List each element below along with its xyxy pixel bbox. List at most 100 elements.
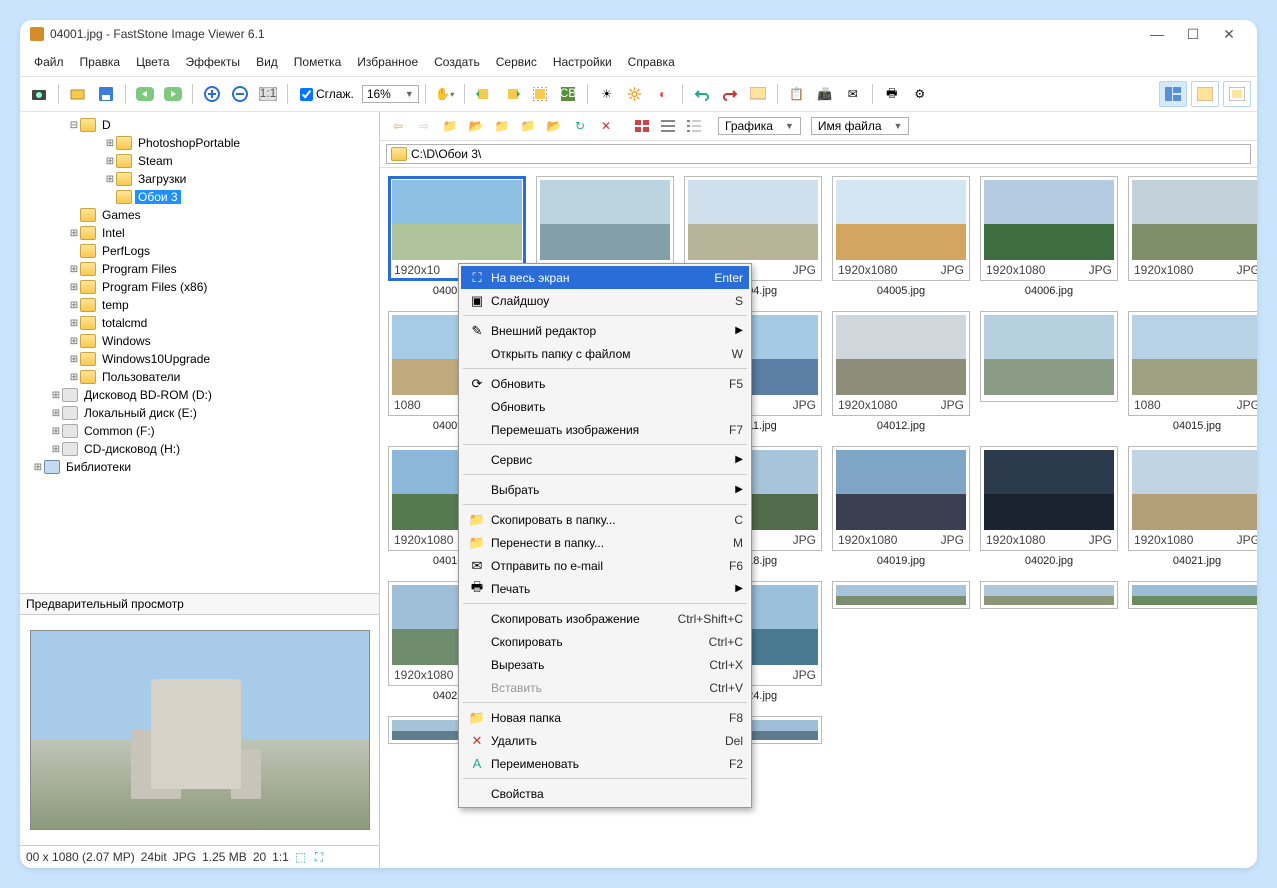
menu-Справка[interactable]: Справка	[620, 52, 683, 72]
smooth-checkbox[interactable]: Сглаж.	[300, 87, 354, 101]
open-icon[interactable]	[65, 81, 91, 107]
tree-item[interactable]: Games	[22, 206, 377, 224]
expand-icon[interactable]: ⊞	[104, 174, 116, 185]
mail-icon[interactable]: ✉	[840, 81, 866, 107]
view-large-icon[interactable]	[630, 115, 654, 137]
zoom-actual-icon[interactable]: 1:1	[255, 81, 281, 107]
ctx-Скопировать[interactable]: СкопироватьCtrl+C	[461, 630, 749, 653]
thumb-item[interactable]: 1920x1080JPG04006.jpg	[980, 176, 1118, 301]
nav-back-icon[interactable]: ⇦	[386, 115, 410, 137]
tree-item[interactable]: ⊞Локальный диск (E:)	[22, 404, 377, 422]
effect1-icon[interactable]: ☀	[594, 81, 620, 107]
ctx-Удалить[interactable]: ✕УдалитьDel	[461, 729, 749, 752]
fav-icon[interactable]: 📂	[464, 115, 488, 137]
ctx-Обновить[interactable]: Обновить	[461, 395, 749, 418]
thumb-item[interactable]: 1920x1080JPG04005.jpg	[832, 176, 970, 301]
ctx-Открыть папку с файлом[interactable]: Открыть папку с файломW	[461, 342, 749, 365]
ctx-Свойства[interactable]: Свойства	[461, 782, 749, 805]
expand-icon[interactable]: ⊞	[68, 264, 80, 275]
tree-item[interactable]: Обои 3	[22, 188, 377, 206]
folder2-icon[interactable]: 📁	[516, 115, 540, 137]
tree-item[interactable]: ⊞PhotoshopPortable	[22, 134, 377, 152]
expand-icon[interactable]: ⊞	[104, 138, 116, 149]
thumb-item[interactable]: 1920x1080JPG04012.jpg	[832, 311, 970, 436]
tree-item[interactable]: ⊞Дисковод BD-ROM (D:)	[22, 386, 377, 404]
ctx-Скопировать в папку...[interactable]: 📁Скопировать в папку...C	[461, 508, 749, 531]
nav-up-icon[interactable]: 📁	[438, 115, 462, 137]
status-full-icon[interactable]: ⛶	[315, 850, 329, 864]
expand-icon[interactable]: ⊞	[50, 390, 62, 401]
tree-item[interactable]: ⊞Common (F:)	[22, 422, 377, 440]
copy-icon[interactable]: 📋	[784, 81, 810, 107]
ctx-Перенести в папку...[interactable]: 📁Перенести в папку...M	[461, 531, 749, 554]
camera-icon[interactable]	[26, 81, 52, 107]
expand-icon[interactable]: ⊞	[32, 462, 44, 473]
expand-icon[interactable]: ⊞	[68, 300, 80, 311]
tree-item[interactable]: ⊞Загрузки	[22, 170, 377, 188]
ctx-Внешний редактор[interactable]: ✎Внешний редактор▶	[461, 319, 749, 342]
menu-Сервис[interactable]: Сервис	[488, 52, 545, 72]
thumb-item[interactable]: 1920x1080JPG04019.jpg	[832, 446, 970, 571]
ctx-Печать[interactable]: 🖶Печать▶	[461, 577, 749, 600]
recent-icon[interactable]: 📂	[542, 115, 566, 137]
expand-icon[interactable]: ⊞	[68, 318, 80, 329]
crop-icon[interactable]	[527, 81, 553, 107]
expand-icon[interactable]: ⊞	[68, 372, 80, 383]
close-button[interactable]: ✕	[1211, 26, 1247, 43]
ctx-Отправить по e-mail[interactable]: ✉Отправить по e-mailF6	[461, 554, 749, 577]
ctx-Слайдшоу[interactable]: ▣СлайдшоуS	[461, 289, 749, 312]
expand-icon[interactable]: ⊞	[68, 336, 80, 347]
zoom-in-icon[interactable]	[199, 81, 225, 107]
expand-icon[interactable]: ⊞	[68, 282, 80, 293]
prev-icon[interactable]	[132, 81, 158, 107]
ctx-Вырезать[interactable]: ВырезатьCtrl+X	[461, 653, 749, 676]
hand-icon[interactable]: ✋▾	[432, 81, 458, 107]
expand-icon[interactable]: ⊞	[50, 408, 62, 419]
slideshow-icon[interactable]	[745, 81, 771, 107]
resize-icon[interactable]: СВ	[555, 81, 581, 107]
delete-icon[interactable]: ✕	[594, 115, 618, 137]
tree-item[interactable]: PerfLogs	[22, 242, 377, 260]
tree-item[interactable]: ⊞Windows10Upgrade	[22, 350, 377, 368]
minimize-button[interactable]: —	[1139, 26, 1175, 42]
ctx-Скопировать изображение[interactable]: Скопировать изображениеCtrl+Shift+C	[461, 607, 749, 630]
ctx-Новая папка[interactable]: 📁Новая папкаF8	[461, 706, 749, 729]
tree-item[interactable]: ⊞Program Files (x86)	[22, 278, 377, 296]
tree-item[interactable]: ⊟D	[22, 116, 377, 134]
expand-icon[interactable]: ⊞	[104, 156, 116, 167]
redo-icon[interactable]	[717, 81, 743, 107]
folder-tree[interactable]: ⊟D⊞PhotoshopPortable⊞Steam⊞ЗагрузкиОбои …	[20, 112, 379, 593]
tree-item[interactable]: ⊞Program Files	[22, 260, 377, 278]
menu-Файл[interactable]: Файл	[26, 52, 72, 72]
expand-icon[interactable]: ⊞	[50, 444, 62, 455]
refresh-icon[interactable]: ↻	[568, 115, 592, 137]
view-full-icon[interactable]	[1223, 81, 1251, 107]
effect3-icon[interactable]: ◐	[650, 81, 676, 107]
thumb-item[interactable]	[1128, 581, 1257, 706]
ctx-На весь экран[interactable]: ⛶На весь экранEnter	[461, 266, 749, 289]
zoom-out-icon[interactable]	[227, 81, 253, 107]
thumb-item[interactable]: 1920x1080JPG04021.jpg	[1128, 446, 1257, 571]
expand-icon[interactable]: ⊞	[68, 228, 80, 239]
menu-Создать[interactable]: Создать	[426, 52, 488, 72]
rotate-right-icon[interactable]	[499, 81, 525, 107]
ctx-Перемешать изображения[interactable]: Перемешать изображенияF7	[461, 418, 749, 441]
thumb-item[interactable]: 1080JPG04015.jpg	[1128, 311, 1257, 436]
thumb-item[interactable]	[980, 581, 1118, 706]
menu-Эффекты[interactable]: Эффекты	[178, 52, 249, 72]
menu-Вид[interactable]: Вид	[248, 52, 286, 72]
maximize-button[interactable]: ☐	[1175, 26, 1211, 43]
print-icon[interactable]: 🖶	[879, 81, 905, 107]
folder1-icon[interactable]: 📁	[490, 115, 514, 137]
ctx-Выбрать[interactable]: Выбрать▶	[461, 478, 749, 501]
thumb-item[interactable]	[980, 311, 1118, 436]
save-icon[interactable]	[93, 81, 119, 107]
menu-Избранное[interactable]: Избранное	[349, 52, 426, 72]
effect2-icon[interactable]: 🔆	[622, 81, 648, 107]
tree-item[interactable]: ⊞totalcmd	[22, 314, 377, 332]
tree-item[interactable]: ⊞Intel	[22, 224, 377, 242]
tree-item[interactable]: ⊞CD-дисковод (H:)	[22, 440, 377, 458]
next-icon[interactable]	[160, 81, 186, 107]
preview-image[interactable]	[20, 615, 379, 845]
tree-item[interactable]: ⊞Windows	[22, 332, 377, 350]
